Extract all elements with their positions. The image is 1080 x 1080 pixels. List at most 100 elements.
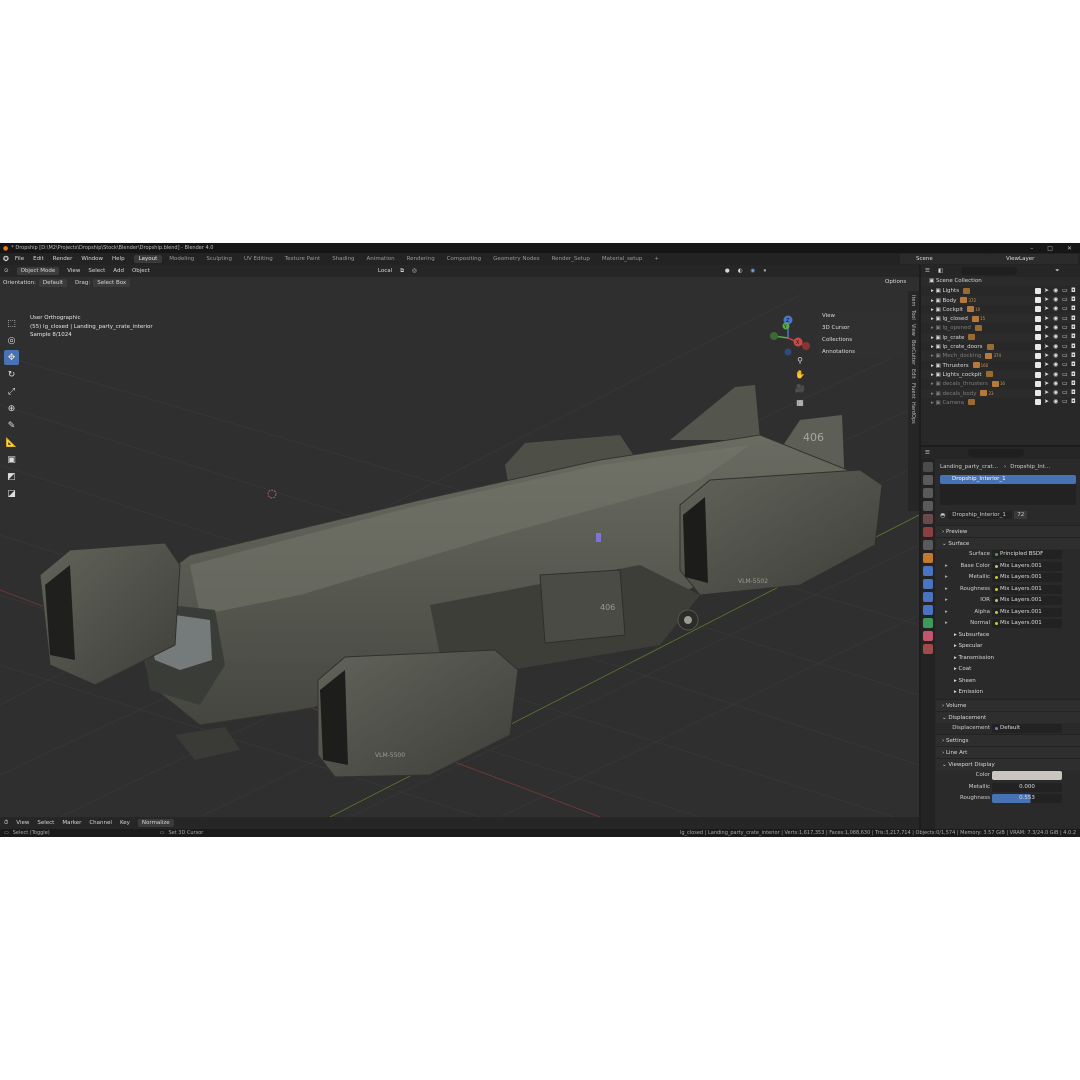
monitor-icon[interactable]: ▭: [1062, 371, 1068, 378]
render-tab-icon[interactable]: [923, 475, 933, 485]
shading-solid-icon[interactable]: ●: [725, 268, 730, 274]
scene-collection-row[interactable]: ▣ Scene Collection: [921, 277, 1080, 287]
exclude-checkbox[interactable]: [1035, 343, 1041, 350]
outliner-row[interactable]: ▸ ▣ lp_crate_doors ➤ ◉ ▭ ◘: [921, 342, 1080, 351]
add-cube-tool-icon[interactable]: ▣: [4, 452, 19, 467]
boxcutter-tool-icon[interactable]: ◩: [4, 469, 19, 484]
shader-input-field[interactable]: Mix Layers.001: [992, 561, 1062, 571]
camera-render-icon[interactable]: ◘: [1071, 399, 1077, 405]
tab-compositing[interactable]: Compositing: [442, 255, 486, 263]
camera-view-icon[interactable]: 🎥: [794, 384, 806, 396]
menu-select[interactable]: Select: [88, 268, 105, 274]
tab-uv-editing[interactable]: UV Editing: [239, 255, 278, 263]
3d-viewport[interactable]: 406 406 VLM-5500 VLM-5502 ⊙ Object Mode …: [0, 265, 919, 817]
outliner-row[interactable]: ▸ ▣ decals_thrusters 16 ➤ ◉ ▭ ◘: [921, 379, 1080, 388]
scene-tab-icon[interactable]: [923, 514, 933, 524]
filter-icon[interactable]: ⏷: [1055, 268, 1059, 275]
timeline-menu-view[interactable]: View: [16, 820, 29, 826]
outliner-search-field[interactable]: [961, 267, 1018, 275]
move-tool-icon[interactable]: ✥: [4, 350, 19, 365]
view-layer-tab-icon[interactable]: [923, 501, 933, 511]
monitor-icon[interactable]: ▭: [1062, 325, 1068, 331]
material-name-field[interactable]: Dropship_Interior_1: [948, 511, 1013, 519]
section-line-art[interactable]: › Line Art: [936, 746, 1080, 758]
camera-render-icon[interactable]: ◘: [1071, 297, 1077, 303]
monitor-icon[interactable]: ▭: [1062, 334, 1068, 340]
eye-icon[interactable]: ◉: [1053, 399, 1059, 405]
snap-icon[interactable]: ⧉: [400, 268, 404, 275]
tab-rendering[interactable]: Rendering: [402, 255, 440, 263]
selectable-arrow-icon[interactable]: ➤: [1044, 287, 1050, 294]
side-tab-item[interactable]: Item: [910, 295, 916, 306]
fluent-tool-icon[interactable]: ◪: [4, 486, 19, 501]
shader-subpanel[interactable]: ▸ Subsurface: [936, 630, 1080, 642]
display-mode-icon[interactable]: ◧: [938, 268, 943, 274]
outliner-row[interactable]: ▸ ▣ lg_opened ➤ ◉ ▭ ◘: [921, 323, 1080, 332]
expand-chevron-icon[interactable]: ▸: [945, 620, 948, 626]
output-tab-icon[interactable]: [923, 488, 933, 498]
mode-selector[interactable]: Object Mode: [16, 267, 60, 275]
modifier-tab-icon[interactable]: [923, 566, 933, 576]
normalize-toggle[interactable]: Normalize: [137, 819, 174, 827]
exclude-checkbox[interactable]: [1035, 399, 1041, 406]
tab-shading[interactable]: Shading: [327, 255, 359, 263]
eye-icon[interactable]: ◉: [1053, 352, 1059, 359]
exclude-checkbox[interactable]: [1035, 390, 1041, 397]
rotate-tool-icon[interactable]: ↻: [4, 367, 19, 382]
monitor-icon[interactable]: ▭: [1062, 297, 1068, 303]
menu-view[interactable]: View: [67, 268, 80, 274]
exclude-checkbox[interactable]: [1035, 352, 1041, 359]
measure-tool-icon[interactable]: 📐: [4, 435, 19, 450]
collection-tab-icon[interactable]: [923, 540, 933, 550]
monitor-icon[interactable]: ▭: [1062, 390, 1068, 396]
expand-chevron-icon[interactable]: ▸: [945, 563, 948, 569]
expand-chevron-icon[interactable]: ▸: [945, 574, 948, 580]
surface-shader-field[interactable]: Principled BSDF: [992, 550, 1062, 559]
tab-animation[interactable]: Animation: [362, 255, 400, 263]
exclude-checkbox[interactable]: [1035, 371, 1041, 378]
monitor-icon[interactable]: ▭: [1062, 306, 1068, 312]
eye-icon[interactable]: ◉: [1053, 362, 1059, 368]
scene-selector[interactable]: Scene: [900, 254, 990, 264]
selectable-arrow-icon[interactable]: ➤: [1044, 297, 1050, 303]
menu-help[interactable]: Help: [112, 256, 125, 262]
menu-edit[interactable]: Edit: [33, 256, 44, 262]
transform-tool-icon[interactable]: ⊕: [4, 401, 19, 416]
camera-render-icon[interactable]: ◘: [1071, 343, 1077, 350]
selectable-arrow-icon[interactable]: ➤: [1044, 334, 1050, 340]
shader-subpanel[interactable]: ▸ Specular: [936, 641, 1080, 653]
user-count[interactable]: 72: [1014, 511, 1028, 519]
camera-render-icon[interactable]: ◘: [1071, 315, 1077, 322]
camera-render-icon[interactable]: ◘: [1071, 287, 1077, 294]
tab-texture-paint[interactable]: Texture Paint: [280, 255, 326, 263]
pan-hand-icon[interactable]: ✋: [794, 370, 806, 382]
eye-icon[interactable]: ◉: [1053, 371, 1059, 378]
timeline-menu-marker[interactable]: Marker: [62, 820, 81, 826]
selectable-arrow-icon[interactable]: ➤: [1044, 362, 1050, 368]
npanel-view[interactable]: View: [818, 311, 906, 322]
eye-icon[interactable]: ◉: [1053, 380, 1059, 387]
menu-add[interactable]: Add: [113, 268, 124, 274]
side-tab-boxcutter[interactable]: BoxCutter: [910, 340, 916, 365]
shader-input-field[interactable]: Mix Layers.001: [992, 607, 1062, 617]
section-settings[interactable]: › Settings: [936, 734, 1080, 746]
vd-metallic-field[interactable]: 0.000: [992, 782, 1062, 792]
timeline-editor-icon[interactable]: ⏱: [4, 820, 8, 827]
outliner-row[interactable]: ▸ ▣ Cockpit 10 ➤ ◉ ▭ ◘: [921, 305, 1080, 314]
camera-render-icon[interactable]: ◘: [1071, 334, 1077, 340]
section-viewport-display[interactable]: ⌄ Viewport Display: [936, 758, 1080, 770]
side-tab-fluent[interactable]: Fluent: [910, 383, 916, 399]
shader-subpanel[interactable]: ▸ Emission: [936, 687, 1080, 699]
editor-type-icon[interactable]: ⊙: [4, 268, 9, 274]
side-tab-hardops[interactable]: HardOps: [910, 402, 916, 424]
outliner-editor-icon[interactable]: ☰: [925, 268, 930, 274]
ortho-grid-icon[interactable]: ▦: [794, 398, 806, 410]
world-tab-icon[interactable]: [923, 527, 933, 537]
npanel-annotations[interactable]: Annotations: [818, 347, 906, 358]
selectable-arrow-icon[interactable]: ➤: [1044, 315, 1050, 322]
proportional-edit-icon[interactable]: ◎: [412, 268, 417, 274]
annotate-tool-icon[interactable]: ✎: [4, 418, 19, 433]
shader-input-field[interactable]: Mix Layers.001: [992, 573, 1062, 582]
eye-icon[interactable]: ◉: [1053, 297, 1059, 303]
displacement-field[interactable]: Default: [992, 723, 1062, 733]
